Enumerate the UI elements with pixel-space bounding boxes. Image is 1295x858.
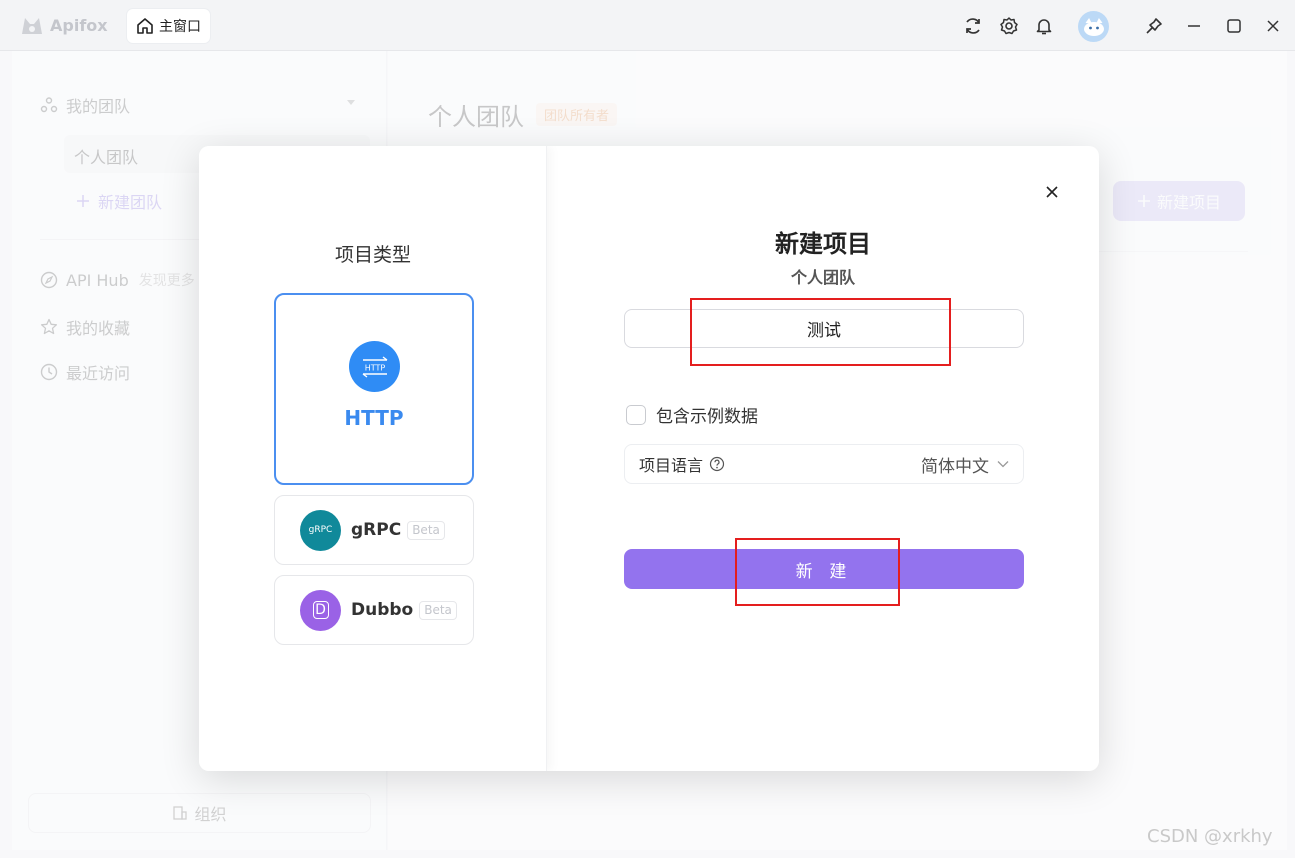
- user-avatar[interactable]: [1078, 11, 1109, 42]
- grpc-type-label: gRPC: [351, 520, 402, 540]
- include-sample-row[interactable]: 包含示例数据: [626, 402, 758, 427]
- http-icon: HTTP: [349, 341, 400, 392]
- home-window-tab[interactable]: 主窗口: [127, 9, 210, 43]
- project-language-value-group: 简体中文: [921, 452, 1009, 477]
- app-name: Apifox: [50, 15, 108, 35]
- project-type-panel: 项目类型 HTTP HTTP gRPC gRPC Beta D Dubbo Be…: [199, 146, 547, 771]
- notification-bell-icon[interactable]: [1033, 15, 1055, 37]
- help-question-icon[interactable]: [709, 456, 725, 472]
- dialog-title: 新建项目: [775, 230, 871, 258]
- maximize-window-icon[interactable]: [1223, 15, 1245, 37]
- project-language-label-group: 项目语言: [639, 452, 725, 476]
- annotation-box-create-button: [735, 538, 900, 606]
- avatar-icon: [1083, 17, 1104, 36]
- include-sample-label: 包含示例数据: [656, 407, 758, 427]
- title-bar: Apifox 主窗口: [0, 0, 1295, 51]
- project-language-label: 项目语言: [639, 456, 704, 475]
- close-window-icon[interactable]: [1262, 15, 1284, 37]
- refresh-icon[interactable]: [962, 15, 984, 37]
- project-type-title: 项目类型: [334, 244, 411, 266]
- close-dialog-icon[interactable]: [1042, 182, 1062, 202]
- dialog-subtitle: 个人团队: [790, 268, 855, 287]
- project-language-select[interactable]: 项目语言 简体中文: [624, 444, 1024, 484]
- dubbo-type-label: Dubbo: [351, 600, 414, 620]
- grpc-beta-badge: Beta: [407, 520, 445, 540]
- watermark: CSDN @xrkhy: [1147, 826, 1273, 847]
- svg-text:HTTP: HTTP: [364, 363, 385, 372]
- include-sample-checkbox[interactable]: [626, 404, 646, 425]
- new-project-dialog: 项目类型 HTTP HTTP gRPC gRPC Beta D Dubbo Be…: [199, 146, 1099, 771]
- project-language-value: 简体中文: [921, 456, 989, 477]
- chevron-down-icon: [997, 461, 1009, 468]
- app-logo: Apifox: [20, 14, 108, 36]
- apifox-logo-icon: [22, 18, 42, 34]
- project-type-http[interactable]: HTTP HTTP: [274, 293, 474, 485]
- minimize-window-icon[interactable]: [1183, 15, 1205, 37]
- project-type-dubbo[interactable]: D Dubbo Beta: [274, 575, 474, 645]
- annotation-box-name-input: [690, 298, 951, 366]
- pin-window-icon[interactable]: [1143, 15, 1165, 37]
- home-icon: [137, 18, 153, 34]
- dubbo-beta-badge: Beta: [419, 600, 457, 620]
- grpc-icon: gRPC: [300, 509, 341, 551]
- project-type-grpc[interactable]: gRPC gRPC Beta: [274, 495, 474, 565]
- settings-gear-icon[interactable]: [998, 15, 1020, 37]
- http-type-label: HTTP: [344, 406, 404, 430]
- dubbo-icon: D: [300, 589, 341, 631]
- home-tab-label: 主窗口: [159, 19, 201, 35]
